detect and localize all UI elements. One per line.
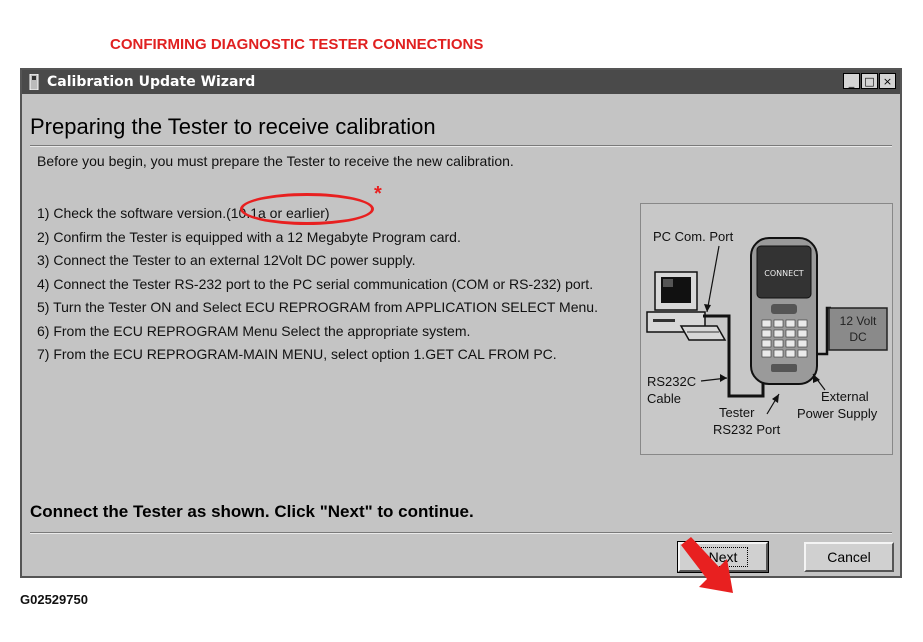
step-item: 6) From the ECU REPROGRAM Menu Select th…: [37, 322, 471, 339]
pc-port-label: PC Com. Port: [653, 229, 734, 244]
power-label-line2: DC: [849, 330, 867, 344]
footer-divider: [30, 532, 892, 534]
title-bar[interactable]: Calibration Update Wizard _ □ ×: [22, 70, 900, 94]
red-pointer-arrow-icon: [681, 537, 733, 593]
wizard-window: Calibration Update Wizard _ □ × Preparin…: [20, 68, 902, 593]
diagnostic-tester-icon: CONNECT: [750, 237, 818, 385]
minimize-button[interactable]: _: [843, 73, 860, 89]
connection-diagram-svg: PC Com. Port RS232C Cable CONNECT 12 Vol…: [646, 229, 888, 437]
tester-port-label-line2: RS232 Port: [713, 422, 781, 437]
footer-instruction: Connect the Tester as shown. Click "Next…: [30, 502, 474, 521]
step-item: 7) From the ECU REPROGRAM-MAIN MENU, sel…: [37, 346, 557, 362]
cable-label-line2: Cable: [647, 391, 681, 406]
pc-port-pointer: [706, 245, 720, 313]
window-title: Calibration Update Wizard: [47, 74, 256, 90]
close-button[interactable]: ×: [879, 73, 896, 89]
annotation-asterisk: *: [374, 183, 382, 205]
document-title: CONFIRMING DIAGNOSTIC TESTER CONNECTIONS: [110, 36, 484, 53]
maximize-button[interactable]: □: [861, 73, 878, 89]
step-item: 2) Confirm the Tester is equipped with a…: [37, 228, 461, 245]
cable-label-line1: RS232C: [647, 374, 696, 389]
tester-port-label-line1: Tester: [719, 405, 755, 420]
tester-app-icon: [29, 74, 39, 90]
wizard-heading: Preparing the Tester to receive calibrat…: [30, 114, 436, 139]
figure-id: G02529750: [20, 592, 88, 607]
cancel-button[interactable]: Cancel: [804, 542, 894, 572]
step-item: 5) Turn the Tester ON and Select ECU REP…: [37, 299, 598, 315]
power-label-line1: 12 Volt: [840, 314, 877, 328]
version-highlight-ellipse: [240, 193, 374, 225]
pc-monitor-icon: [654, 271, 698, 311]
tester-screen-text: CONNECT: [764, 269, 803, 278]
intro-text: Before you begin, you must prepare the T…: [37, 153, 514, 169]
steps-list: 1) Check the software version.(10.1a or …: [37, 203, 598, 368]
step-item: 3) Connect the Tester to an external 12V…: [37, 252, 416, 268]
step-item: 4) Connect the Tester RS-232 port to the…: [37, 275, 594, 292]
keyboard-icon: [679, 325, 727, 341]
power-supply-icon: 12 Volt DC: [828, 307, 888, 351]
connection-diagram: PC Com. Port RS232C Cable CONNECT 12 Vol…: [640, 203, 893, 455]
supply-label-line1: External: [821, 389, 869, 404]
heading-divider: [30, 145, 892, 147]
window-controls: _ □ ×: [843, 73, 896, 89]
supply-label-line2: Power Supply: [797, 406, 878, 421]
